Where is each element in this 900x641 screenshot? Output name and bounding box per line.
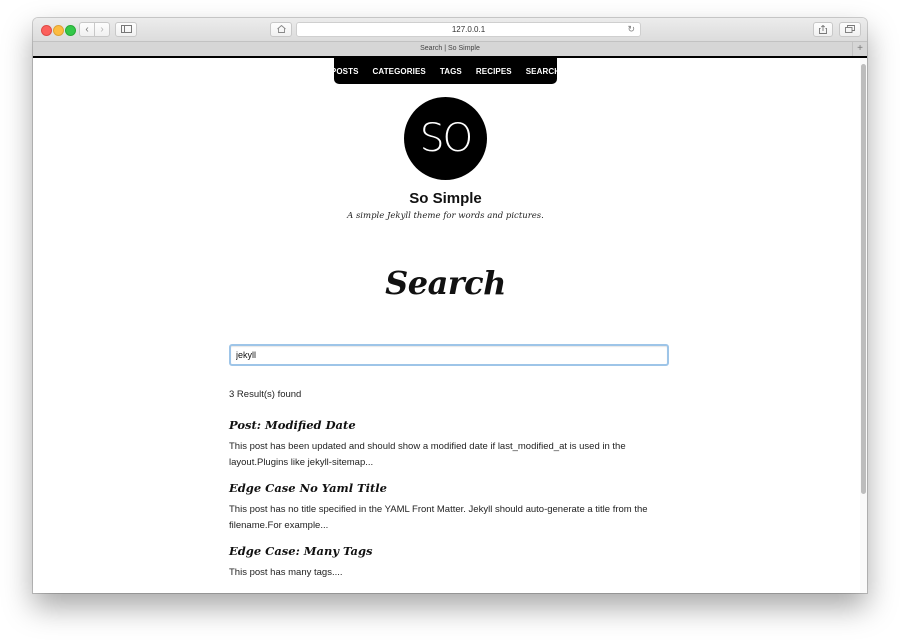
result-excerpt: This post has many tags....	[229, 567, 343, 578]
minimize-window-button[interactable]	[53, 25, 64, 36]
active-tab-title[interactable]: Search | So Simple	[420, 45, 480, 52]
nav-recipes[interactable]: RECIPES	[469, 67, 519, 76]
nav-tags[interactable]: TAGS	[433, 67, 469, 76]
scrollbar[interactable]	[860, 58, 867, 593]
result-count: 3 Result(s) found	[229, 389, 302, 400]
close-window-button[interactable]	[41, 25, 52, 36]
result-title-link[interactable]: Post: Modified Date	[229, 418, 659, 433]
nav-categories[interactable]: CATEGORIES	[366, 67, 433, 76]
site-description: A simple Jekyll theme for words and pict…	[347, 211, 544, 221]
sidebar-button[interactable]	[115, 22, 137, 37]
search-result: Post: Modified Date This post has been u…	[229, 418, 659, 471]
nav-search[interactable]: SEARCH	[519, 67, 567, 76]
search-results: Post: Modified Date This post has been u…	[229, 418, 659, 591]
home-icon	[276, 24, 286, 33]
zoom-window-button[interactable]	[65, 25, 76, 36]
reload-icon[interactable]: ↻	[627, 23, 635, 36]
browser-titlebar: ‹ › 127.0.0.1 ↻	[33, 18, 867, 41]
site-title[interactable]: So Simple	[33, 190, 858, 207]
tabs-icon	[845, 25, 855, 33]
forward-button[interactable]: ›	[94, 22, 110, 37]
share-button[interactable]	[813, 22, 833, 37]
new-tab-button[interactable]: +	[852, 42, 867, 56]
result-title-link[interactable]: Edge Case No Yaml Title	[229, 481, 659, 496]
scrollbar-thumb[interactable]	[861, 64, 866, 494]
search-result: Edge Case No Yaml Title This post has no…	[229, 481, 659, 534]
page-title: Search	[385, 264, 506, 302]
search-input[interactable]	[229, 344, 669, 366]
page-viewport: POSTS CATEGORIES TAGS RECIPES SEARCH SO …	[33, 56, 867, 593]
sidebar-icon	[120, 25, 132, 33]
home-button[interactable]	[270, 22, 292, 37]
tab-bar: Search | So Simple +	[33, 41, 867, 57]
result-excerpt: This post has been updated and should sh…	[229, 441, 626, 468]
share-icon	[819, 24, 827, 34]
site-logo[interactable]: SO	[404, 97, 487, 180]
chevron-left-icon: ‹	[85, 24, 89, 35]
nav-posts[interactable]: POSTS	[324, 67, 366, 76]
result-excerpt: This post has no title specified in the …	[229, 504, 648, 531]
result-title-link[interactable]: Edge Case: Many Tags	[229, 544, 659, 559]
site-navigation: POSTS CATEGORIES TAGS RECIPES SEARCH	[331, 58, 560, 84]
back-button[interactable]: ‹	[79, 22, 95, 37]
chevron-right-icon: ›	[100, 24, 104, 35]
search-result: Edge Case: Many Tags This post has many …	[229, 544, 659, 581]
browser-window: ‹ › 127.0.0.1 ↻ Search | So Simple + POS…	[33, 18, 867, 593]
show-tabs-button[interactable]	[839, 22, 861, 37]
url-text: 127.0.0.1	[451, 25, 486, 34]
address-bar[interactable]: 127.0.0.1 ↻	[296, 22, 641, 37]
